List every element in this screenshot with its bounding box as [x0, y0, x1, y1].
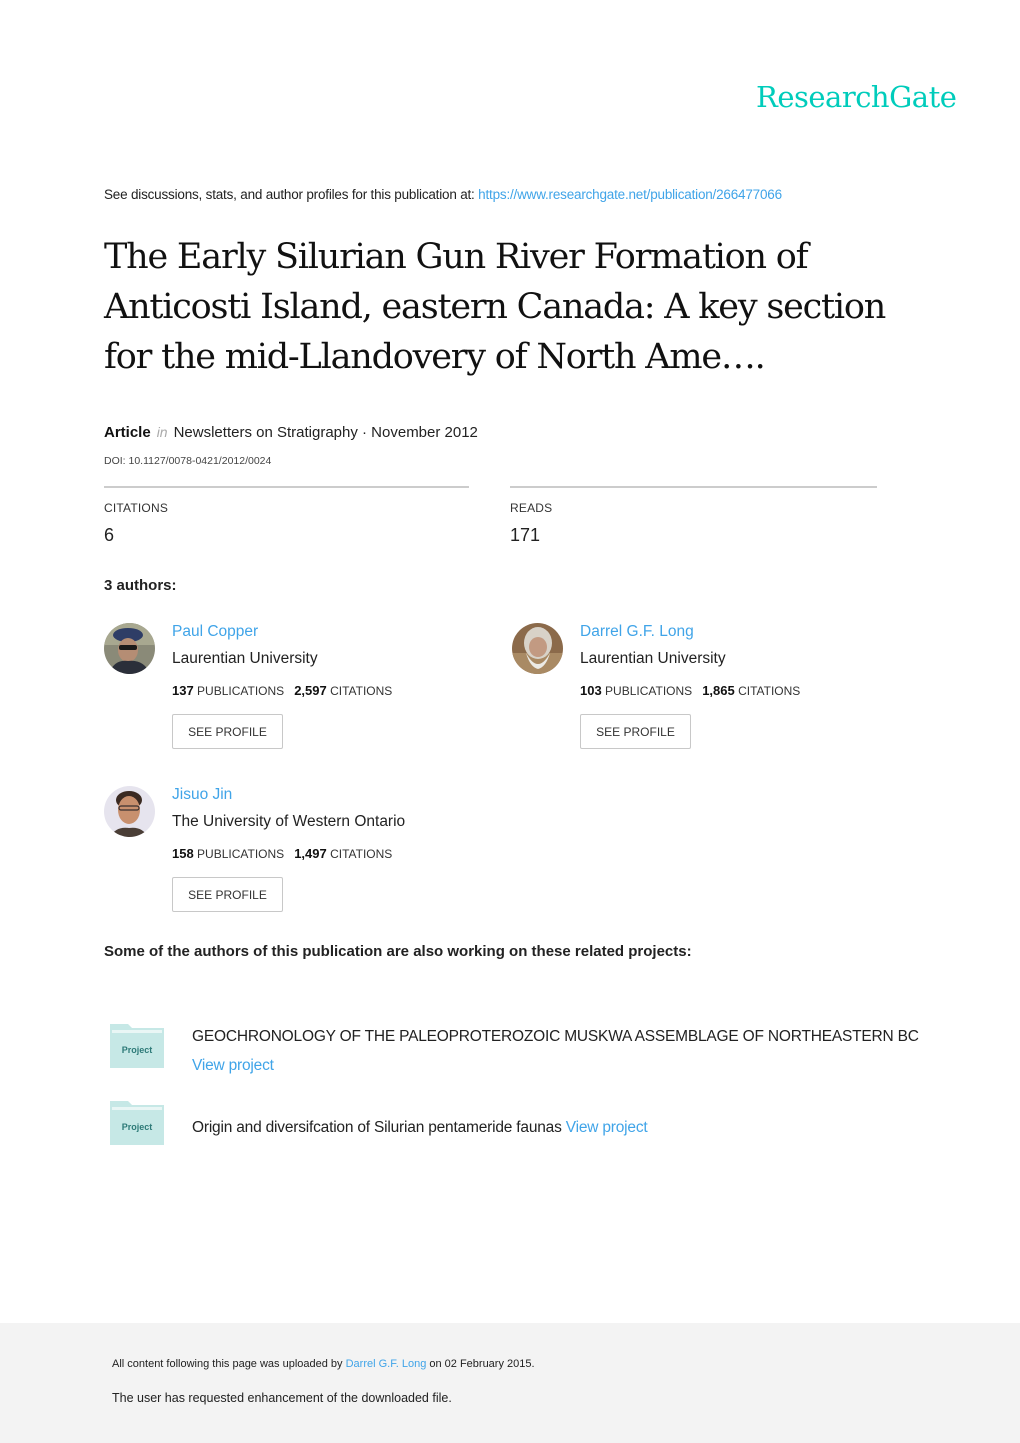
see-profile-button[interactable]: SEE PROFILE — [172, 714, 283, 749]
project-folder-icon[interactable]: Project — [108, 1022, 166, 1068]
publications-count: 103 — [580, 683, 602, 698]
project-title: GEOCHRONOLOGY OF THE PALEOPROTEROZOIC MU… — [192, 1028, 919, 1045]
related-projects-heading: Some of the authors of this publication … — [104, 943, 692, 960]
citations-count: 1,865 — [702, 683, 735, 698]
author-institution: The University of Western Ontario — [172, 813, 406, 830]
uploader-link[interactable]: Darrel G.F. Long — [346, 1358, 427, 1370]
publications-label: PUBLICATIONS — [197, 847, 285, 861]
author-avatar[interactable] — [104, 786, 155, 837]
enhancement-note: The user has requested enhancement of th… — [112, 1391, 452, 1405]
author-card: Paul Copper Laurentian University 137 PU… — [104, 623, 504, 763]
publications-label: PUBLICATIONS — [197, 684, 285, 698]
author-stats: 158 PUBLICATIONS 1,497 CITATIONS — [172, 846, 392, 861]
author-card: Jisuo Jin The University of Western Onta… — [104, 786, 504, 926]
researchgate-logo[interactable]: ResearchGate — [756, 80, 957, 114]
publication-meta: Article in Newsletters on Stratigraphy · N… — [104, 424, 478, 441]
upload-prefix: All content following this page was uplo… — [112, 1358, 346, 1370]
upload-suffix: on 02 February 2015. — [426, 1358, 535, 1370]
project-icon-label: Project — [122, 1045, 153, 1055]
publications-count: 158 — [172, 846, 194, 861]
author-name-link[interactable]: Jisuo Jin — [172, 786, 232, 804]
publication-title: The Early Silurian Gun River Formation o… — [104, 237, 886, 377]
view-project-link[interactable]: View project — [566, 1119, 648, 1136]
author-name-link[interactable]: Darrel G.F. Long — [580, 623, 694, 641]
citations-value: 6 — [104, 525, 115, 545]
publication-url-link[interactable]: https://www.researchgate.net/publication… — [478, 187, 782, 202]
author-card: Darrel G.F. Long Laurentian University 1… — [512, 623, 912, 763]
citations-divider — [104, 486, 469, 488]
see-profile-button[interactable]: SEE PROFILE — [580, 714, 691, 749]
author-institution: Laurentian University — [580, 650, 726, 667]
citations-label: CITATIONS — [104, 501, 169, 515]
see-discussions-text: See discussions, stats, and author profi… — [104, 187, 479, 202]
project-title: Origin and diversifcation of Silurian pe… — [192, 1119, 562, 1136]
citations-count: 2,597 — [294, 683, 327, 698]
reads-divider — [510, 486, 877, 488]
author-avatar[interactable] — [512, 623, 563, 674]
author-institution: Laurentian University — [172, 650, 318, 667]
author-stats: 103 PUBLICATIONS 1,865 CITATIONS — [580, 683, 800, 698]
reads-label: READS — [510, 501, 553, 515]
in-label: in — [156, 424, 168, 440]
see-profile-button[interactable]: SEE PROFILE — [172, 877, 283, 912]
view-project-link[interactable]: View project — [192, 1057, 274, 1074]
author-avatar[interactable] — [104, 623, 155, 674]
publications-count: 137 — [172, 683, 194, 698]
author-name-link[interactable]: Paul Copper — [172, 623, 258, 641]
journal-date: Newsletters on Stratigraphy · November 2… — [173, 424, 478, 441]
citations-label: CITATIONS — [330, 847, 393, 861]
citations-count: 1,497 — [294, 846, 327, 861]
project-description: Origin and diversifcation of Silurian pe… — [192, 1113, 922, 1142]
publication-type: Article — [104, 424, 151, 441]
authors-heading: 3 authors: — [104, 577, 177, 594]
doi: DOI: 10.1127/0078-0421/2012/0024 — [104, 455, 272, 467]
citations-label: CITATIONS — [330, 684, 393, 698]
publications-label: PUBLICATIONS — [605, 684, 693, 698]
upload-info: All content following this page was uplo… — [112, 1358, 535, 1370]
reads-value: 171 — [510, 525, 541, 545]
see-discussions-line: See discussions, stats, and author profi… — [104, 187, 782, 202]
footer: All content following this page was uplo… — [0, 1323, 1020, 1443]
project-description: GEOCHRONOLOGY OF THE PALEOPROTEROZOIC MU… — [192, 1022, 922, 1080]
author-stats: 137 PUBLICATIONS 2,597 CITATIONS — [172, 683, 392, 698]
project-folder-icon[interactable]: Project — [108, 1099, 166, 1145]
project-icon-label: Project — [122, 1122, 153, 1132]
citations-label: CITATIONS — [738, 684, 801, 698]
